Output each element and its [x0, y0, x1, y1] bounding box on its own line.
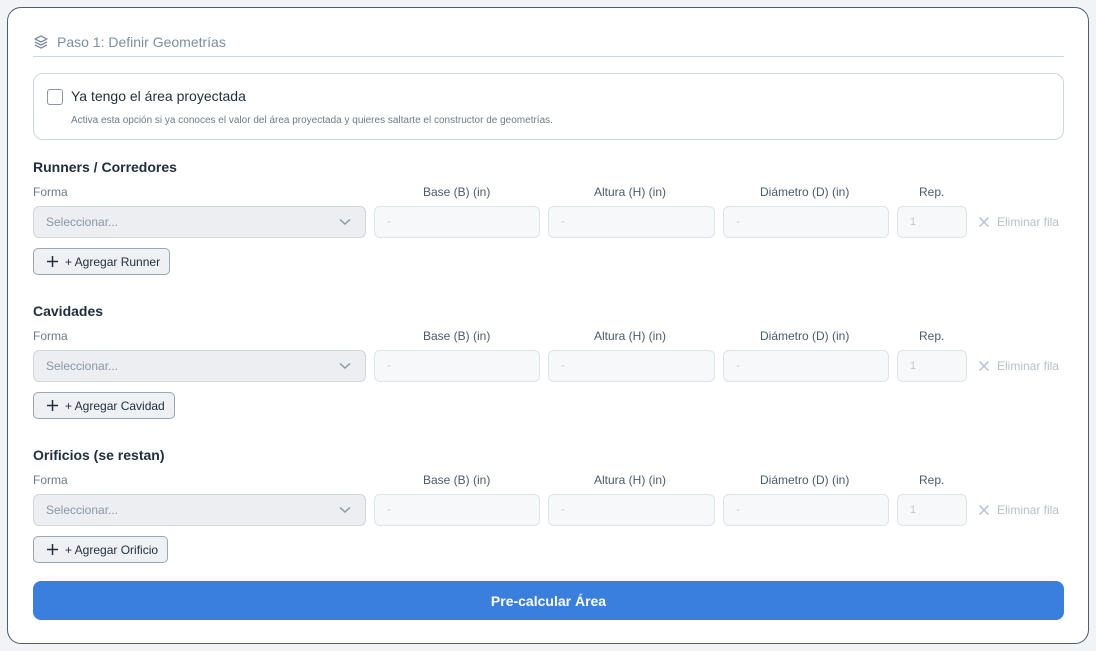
add-runner-label: + Agregar Runner: [65, 254, 161, 269]
orificios-section: Orificios (se restan) Forma Base (B) (in…: [33, 447, 1073, 572]
delete-row-button[interactable]: Eliminar fila: [978, 359, 1059, 373]
base-input[interactable]: -: [374, 350, 540, 382]
delete-row-button[interactable]: Eliminar fila: [978, 215, 1059, 229]
forma-select-value: Seleccionar...: [46, 359, 119, 373]
base-input[interactable]: -: [374, 494, 540, 526]
col-label-rep: Rep.: [919, 473, 945, 487]
chevron-down-icon: [339, 362, 351, 369]
add-orificio-button[interactable]: + Agregar Orificio: [33, 536, 169, 563]
projected-area-description: Activa esta opción si ya conoces el valo…: [71, 115, 553, 126]
col-label-diametro: Diámetro (D) (in): [760, 185, 850, 199]
forma-select-value: Seleccionar...: [46, 215, 119, 229]
add-runner-button[interactable]: + Agregar Runner: [33, 248, 171, 275]
add-orificio-label: + Agregar Orificio: [65, 542, 159, 557]
forma-select[interactable]: Seleccionar...: [33, 494, 366, 526]
col-label-altura: Altura (H) (in): [594, 185, 667, 199]
plus-icon: [47, 544, 58, 555]
diametro-input[interactable]: -: [723, 206, 889, 238]
delete-row-label: Eliminar fila: [997, 503, 1060, 517]
plus-icon: [47, 400, 58, 411]
forma-select[interactable]: Seleccionar...: [33, 350, 366, 382]
col-label-diametro: Diámetro (D) (in): [760, 473, 850, 487]
chevron-down-icon: [339, 218, 351, 225]
col-label-forma: Forma: [33, 473, 68, 487]
col-label-base: Base (B) (in): [423, 329, 491, 343]
runners-section: Runners / Corredores Forma Base (B) (in)…: [33, 159, 1073, 284]
rep-input[interactable]: 1: [897, 350, 967, 382]
col-label-base: Base (B) (in): [423, 473, 491, 487]
close-icon: [979, 361, 989, 371]
section-title: Cavidades: [33, 303, 104, 319]
section-title: Runners / Corredores: [33, 159, 177, 175]
forma-select-value: Seleccionar...: [46, 503, 119, 517]
section-title: Orificios (se restan): [33, 447, 165, 463]
diametro-input[interactable]: -: [723, 494, 889, 526]
col-label-base: Base (B) (in): [423, 185, 491, 199]
cavidades-section: Cavidades Forma Base (B) (in) Altura (H)…: [33, 303, 1073, 428]
delete-row-button[interactable]: Eliminar fila: [978, 503, 1059, 517]
plus-icon: [47, 256, 58, 267]
step-header: Paso 1: Definir Geometrías: [33, 32, 1064, 57]
col-label-forma: Forma: [33, 329, 68, 343]
projected-area-checkbox[interactable]: [47, 89, 63, 105]
col-label-rep: Rep.: [919, 185, 945, 199]
add-cavidad-button[interactable]: + Agregar Cavidad: [33, 392, 175, 419]
altura-input[interactable]: -: [548, 494, 715, 526]
col-label-forma: Forma: [33, 185, 68, 199]
chevron-down-icon: [339, 506, 351, 513]
base-input[interactable]: -: [374, 206, 540, 238]
col-label-diametro: Diámetro (D) (in): [760, 329, 850, 343]
forma-select[interactable]: Seleccionar...: [33, 206, 366, 238]
altura-input[interactable]: -: [548, 206, 715, 238]
col-label-rep: Rep.: [919, 329, 945, 343]
close-icon: [979, 505, 989, 515]
diametro-input[interactable]: -: [723, 350, 889, 382]
step-title: Paso 1: Definir Geometrías: [57, 34, 226, 50]
delete-row-label: Eliminar fila: [997, 215, 1060, 229]
projected-area-label[interactable]: Ya tengo el área proyectada: [71, 88, 246, 104]
geometry-card: Paso 1: Definir Geometrías Ya tengo el á…: [7, 7, 1089, 644]
altura-input[interactable]: -: [548, 350, 715, 382]
precalculate-area-button[interactable]: Pre-calcular Área: [33, 581, 1064, 620]
rep-input[interactable]: 1: [897, 206, 967, 238]
col-label-altura: Altura (H) (in): [594, 473, 667, 487]
delete-row-label: Eliminar fila: [997, 359, 1060, 373]
col-label-altura: Altura (H) (in): [594, 329, 667, 343]
add-cavidad-label: + Agregar Cavidad: [65, 398, 165, 413]
layers-icon: [34, 35, 48, 49]
close-icon: [979, 217, 989, 227]
rep-input[interactable]: 1: [897, 494, 967, 526]
projected-area-toggle: Ya tengo el área proyectada Activa esta …: [33, 73, 1064, 140]
